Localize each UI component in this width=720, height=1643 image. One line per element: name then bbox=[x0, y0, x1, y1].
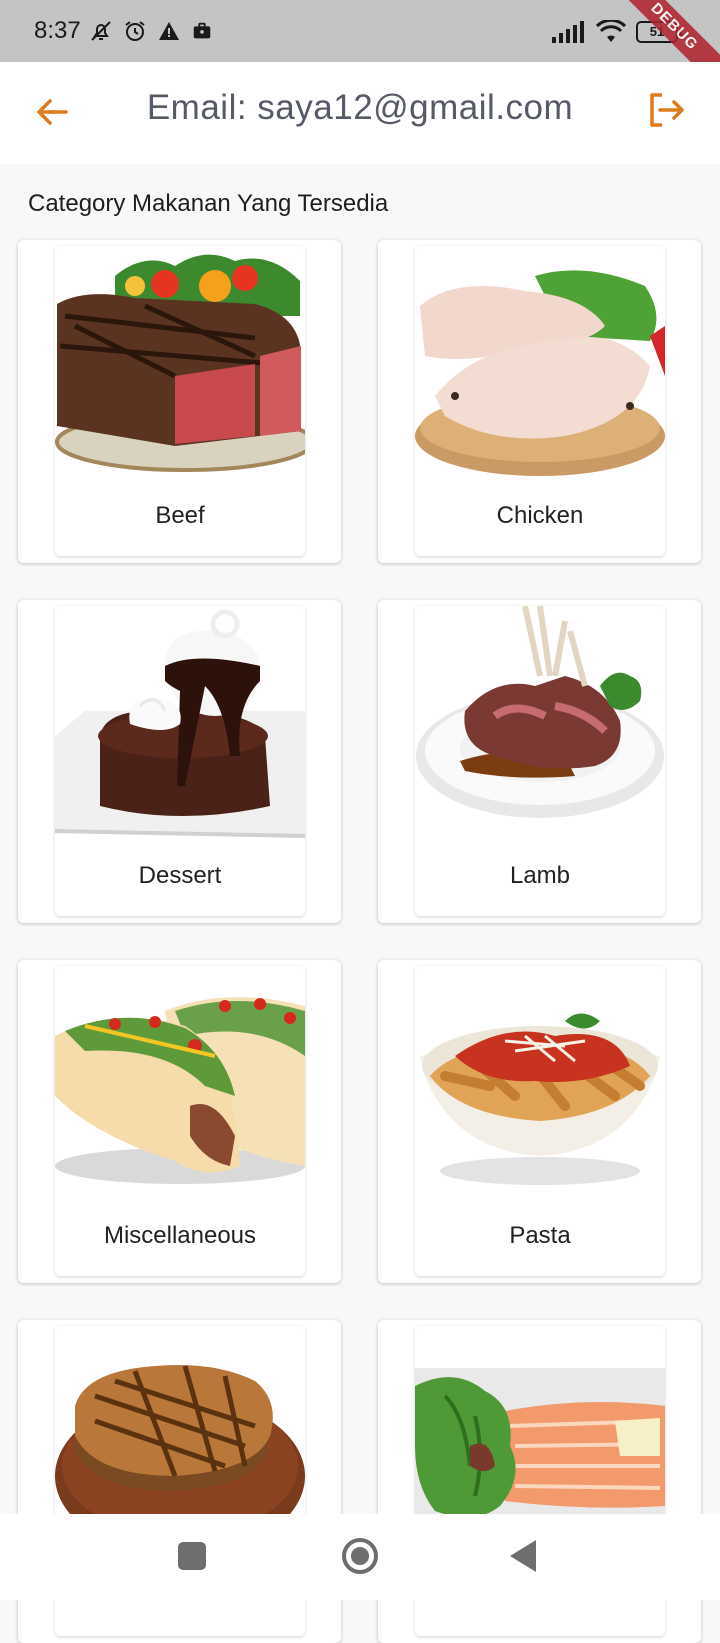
status-time: 8:37 bbox=[34, 17, 81, 44]
category-card-inner: Dessert bbox=[55, 606, 305, 916]
home-button[interactable] bbox=[340, 1536, 380, 1576]
recent-apps-button[interactable] bbox=[176, 1540, 208, 1572]
category-label: Dessert bbox=[138, 862, 222, 889]
category-label: Pasta bbox=[509, 1222, 571, 1249]
page-title: Email: saya12@gmail.com bbox=[146, 88, 574, 127]
briefcase-icon bbox=[193, 22, 210, 39]
category-card-lamb[interactable]: Lamb bbox=[378, 600, 701, 923]
category-card-inner: Chicken bbox=[415, 246, 665, 556]
logout-icon[interactable] bbox=[646, 90, 686, 130]
category-label: Lamb bbox=[509, 862, 571, 889]
penne-pasta-image bbox=[415, 966, 665, 1202]
category-label: Beef bbox=[155, 502, 205, 529]
status-icons-left bbox=[89, 19, 213, 43]
raw-chicken-image bbox=[415, 246, 665, 482]
app-bar: Email: saya12@gmail.com bbox=[0, 62, 720, 164]
category-card-inner: Pasta bbox=[415, 966, 665, 1276]
category-label: Miscellaneous bbox=[103, 1222, 257, 1249]
wifi-icon bbox=[596, 20, 626, 42]
category-label: Chicken bbox=[496, 502, 584, 529]
category-card-dessert[interactable]: Dessert bbox=[18, 600, 341, 923]
category-card-beef[interactable]: Beef bbox=[18, 240, 341, 563]
tacos-image bbox=[55, 966, 305, 1202]
status-bar: 8:37 51 DEBUG bbox=[0, 0, 720, 93]
category-card-pasta[interactable]: Pasta bbox=[378, 960, 701, 1283]
back-nav-button[interactable] bbox=[508, 1538, 538, 1574]
section-title: Category Makanan Yang Tersedia bbox=[28, 190, 389, 217]
category-grid: Beef Chicken Dessert Lamb Miscellaneous … bbox=[18, 240, 702, 1643]
category-card-miscellaneous[interactable]: Miscellaneous bbox=[18, 960, 341, 1283]
warning-icon bbox=[158, 22, 179, 40]
category-card-inner: Beef bbox=[55, 246, 305, 556]
system-nav-bar bbox=[0, 1514, 720, 1600]
alarm-icon bbox=[125, 21, 145, 41]
beef-steak-image bbox=[55, 246, 305, 482]
dessert-image bbox=[55, 606, 305, 842]
category-card-inner: Miscellaneous bbox=[55, 966, 305, 1276]
signal-icon bbox=[552, 21, 584, 43]
lamb-chops-image bbox=[415, 606, 665, 842]
bell-off-icon bbox=[91, 21, 111, 41]
category-card-chicken[interactable]: Chicken bbox=[378, 240, 701, 563]
category-card-inner: Lamb bbox=[415, 606, 665, 916]
